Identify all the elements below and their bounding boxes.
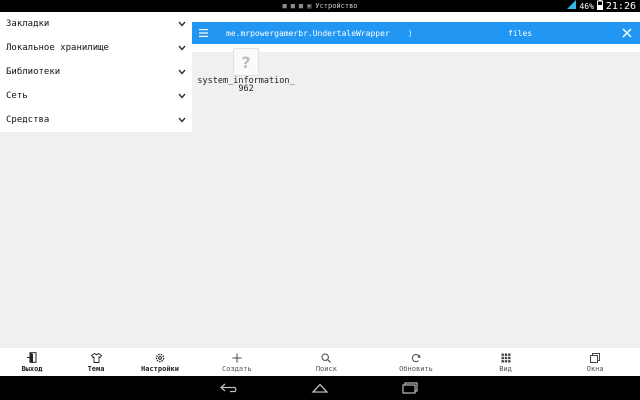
path-toolbar: me.mrpowergamerbr.UndertaleWrapper ⟩ fil… — [192, 22, 640, 44]
file-name: system_information_ 962 — [197, 77, 294, 94]
status-bar: ■ ■ ■ ▣ Устройство 46% 21:26 — [0, 0, 640, 12]
refresh-button[interactable]: Обновить — [371, 348, 461, 376]
breadcrumb-path[interactable]: me.mrpowergamerbr.UndertaleWrapper — [226, 29, 390, 38]
chevron-down-icon — [177, 67, 187, 77]
menu-icon[interactable] — [192, 22, 214, 44]
gear-icon — [155, 352, 165, 364]
recent-apps-icon[interactable] — [392, 378, 428, 398]
drawer-bottom-bar: Выход Тема Настройки — [0, 348, 192, 376]
action-bar: Создать Поиск Обновить Вид Окна — [192, 348, 640, 376]
unknown-file-icon: ? — [233, 48, 259, 76]
drawer-item-network[interactable]: Сеть — [0, 84, 192, 108]
drawer-item-label: Локальное хранилище — [6, 43, 109, 53]
settings-label: Настройки — [141, 364, 179, 373]
drawer-item-tools[interactable]: Средства — [0, 108, 192, 132]
home-icon[interactable] — [302, 378, 338, 398]
battery-icon — [596, 0, 603, 13]
exit-button[interactable]: Выход — [0, 348, 64, 376]
search-icon — [321, 352, 332, 364]
breadcrumb-separator: ⟩ — [407, 28, 413, 38]
chevron-down-icon — [177, 19, 187, 29]
file-browser-panel: me.mrpowergamerbr.UndertaleWrapper ⟩ fil… — [192, 12, 640, 348]
search-button[interactable]: Поиск — [282, 348, 372, 376]
settings-button[interactable]: Настройки — [128, 348, 192, 376]
drawer-item-local-storage[interactable]: Локальное хранилище — [0, 36, 192, 60]
file-name-line: 962 — [238, 84, 254, 94]
battery-percent: 46% — [579, 1, 594, 11]
close-icon[interactable] — [618, 22, 636, 44]
view-button[interactable]: Вид — [461, 348, 551, 376]
system-nav-bar — [0, 376, 640, 400]
exit-icon — [27, 352, 37, 364]
create-label: Создать — [222, 364, 252, 373]
theme-label: Тема — [87, 364, 105, 373]
notification-icon: ■ — [282, 2, 287, 10]
drawer-item-label: Сеть — [6, 91, 28, 101]
status-bar-right: 46% 21:26 — [567, 0, 636, 12]
notification-icon: ■ — [290, 2, 295, 10]
app-bar: me.mrpowergamerbr.UndertaleWrapper ⟩ fil… — [192, 12, 640, 52]
drawer-item-label: Закладки — [6, 19, 50, 29]
plus-icon — [232, 352, 242, 364]
notification-icon: ■ — [298, 2, 304, 10]
chevron-down-icon — [177, 43, 187, 53]
status-title: Устройство — [315, 2, 358, 10]
search-label: Поиск — [315, 364, 337, 373]
exit-label: Выход — [21, 364, 43, 373]
clock: 21:26 — [605, 0, 636, 12]
create-button[interactable]: Создать — [192, 348, 282, 376]
windows-button[interactable]: Окна — [550, 348, 640, 376]
windows-icon — [590, 352, 601, 364]
grid-icon — [501, 352, 511, 364]
back-icon[interactable] — [212, 378, 248, 398]
navigation-drawer: Закладки Локальное хранилище Библиотеки … — [0, 12, 192, 348]
drawer-item-label: Библиотеки — [6, 67, 61, 77]
shirt-icon — [90, 352, 102, 364]
chevron-down-icon — [177, 91, 187, 101]
signal-icon — [567, 0, 577, 12]
device-icon: ▣ — [307, 2, 312, 10]
refresh-label: Обновить — [399, 364, 433, 373]
drawer-item-bookmarks[interactable]: Закладки — [0, 12, 192, 36]
drawer-item-libraries[interactable]: Библиотеки — [0, 60, 192, 84]
file-item[interactable]: ? system_information_ 962 — [197, 48, 295, 94]
chevron-down-icon — [177, 115, 187, 125]
view-label: Вид — [499, 364, 512, 373]
status-bar-center: ■ ■ ■ ▣ Устройство — [0, 0, 640, 12]
drawer-item-label: Средства — [6, 115, 50, 125]
refresh-icon — [411, 352, 421, 364]
windows-label: Окна — [586, 364, 604, 373]
breadcrumb-current[interactable]: files — [508, 29, 532, 38]
theme-button[interactable]: Тема — [64, 348, 128, 376]
drawer-items: Закладки Локальное хранилище Библиотеки … — [0, 12, 192, 132]
